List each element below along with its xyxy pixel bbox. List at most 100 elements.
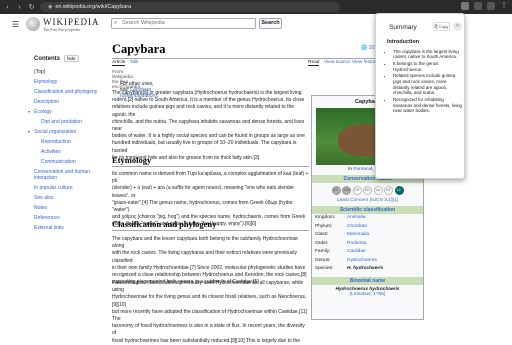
back-icon[interactable]: ‹ [3, 3, 12, 12]
lock-icon: ◉ [48, 4, 53, 10]
toc-item-label: See also [34, 195, 54, 201]
toc-item-label: Diet and predation [41, 119, 82, 125]
taxon-rank: Kingdom: [315, 215, 336, 220]
toc-item[interactable]: ▾ Ecology [28, 109, 104, 115]
text-line: The capybara[a] or greater capybara (Hyd… [112, 90, 302, 96]
text-line: recognized a close relationship between … [112, 272, 307, 279]
tagline: The Free Encyclopedia [43, 27, 81, 32]
toc-item[interactable]: Notes [34, 205, 104, 211]
sidepanel-icon[interactable] [474, 2, 482, 10]
tab-view-source[interactable]: View source [324, 60, 350, 65]
toc-item[interactable]: Description [34, 99, 104, 105]
summary-body: Introduction The capybara is the largest… [387, 39, 464, 115]
binomial-name-link[interactable]: Binomial name [350, 278, 386, 284]
profile-icon[interactable] [487, 2, 495, 10]
text-line: taxonomy of fossil hydrochoerines is als… [112, 323, 305, 337]
toc-hide-button[interactable]: hide [64, 55, 79, 62]
taxon-link[interactable]: Mammalia [347, 232, 369, 239]
toc-item-label: Description [34, 99, 60, 105]
toc-item[interactable]: Communication [34, 159, 104, 165]
text-line: with the rock cavies. The living capybar… [112, 250, 297, 264]
url-text: en.wikipedia.org/wiki/Capybara [55, 4, 132, 10]
toc-item-label: References [34, 215, 60, 221]
table-row: Kingdom: Animalia [312, 214, 423, 223]
text-line: bodies of water. It is a highly social s… [112, 133, 305, 140]
toc-item[interactable]: ▾ Social organization [28, 129, 104, 135]
conservation-code: NT [384, 186, 393, 195]
tab-talk[interactable]: Talk [130, 60, 139, 65]
toc-item-label: Notes [34, 205, 48, 211]
toc-item[interactable]: Etymology [34, 79, 104, 85]
toc-item-label: Communication [41, 159, 76, 165]
pantanal-link[interactable]: Pantanal [353, 167, 372, 172]
text-line: in their own family Hydrochoeridae.[7] S… [112, 264, 306, 271]
menu-icon[interactable]: ⋮ [500, 2, 508, 10]
toc-item[interactable]: References [34, 215, 104, 221]
text-line: hundred individuals, but usually live in… [112, 140, 297, 154]
hamburger-menu-icon[interactable]: ☰ [12, 20, 19, 29]
table-row: Class: Mammalia [312, 231, 423, 240]
taxon-link[interactable]: Rodentia [347, 241, 366, 248]
conservation-code: VU [373, 186, 383, 195]
toc-item[interactable]: (Top) [34, 69, 104, 75]
taxon-link[interactable]: Caviidae [347, 249, 366, 256]
chevron-down-icon[interactable]: ▾ [28, 109, 30, 115]
classification-paragraph: The capybara and the lesser capybara bot… [112, 236, 309, 286]
binomial-authority[interactable]: (Linnaeus, 1766) [312, 292, 423, 297]
address-bar[interactable]: ◉ en.wikipedia.org/wiki/Capybara [40, 2, 340, 12]
text-line: Hydrochoerinae for the living genus and … [112, 294, 307, 308]
taxon-rank: Species: [315, 266, 334, 271]
toc-item[interactable]: Classification and phylogeny [34, 89, 104, 95]
taxon-link[interactable]: Chordata [347, 224, 367, 231]
table-of-contents: Contents hide (Top) Etymology Classificati… [28, 55, 104, 235]
heading-etymology: Etymology [112, 155, 309, 167]
reload-icon[interactable]: ↻ [27, 3, 36, 12]
toc-item[interactable]: Activities [34, 149, 104, 155]
text-line: The capybara and the lesser capybara bot… [112, 236, 298, 250]
toc-item[interactable]: External links [34, 225, 104, 231]
taxon-link: H. hydrochaeris [347, 266, 384, 271]
toc-item[interactable]: Diet and predation [34, 119, 104, 125]
intro-paragraph: The capybara[a] or greater capybara (Hyd… [112, 90, 309, 162]
summary-panel: Summary ⎘ Copy × Introduction The capyba… [375, 13, 465, 179]
toc-item[interactable]: Conservation and human interaction [34, 169, 104, 181]
scientific-classification-heading: Scientific classification [312, 206, 423, 214]
search-placeholder: Search Wikipedia [122, 20, 165, 26]
page-title: Capybara [112, 42, 166, 56]
extension-icon[interactable] [461, 2, 469, 10]
taxon-link[interactable]: Hydrochoerus [347, 258, 377, 265]
classification-paragraph-2: Paleontological classifications previous… [112, 280, 309, 345]
conservation-code: CR [352, 186, 362, 195]
wikipedia-globe-logo[interactable] [26, 17, 40, 31]
least-concern-link[interactable]: Least Concern (IUCN 3.1)[1] [337, 198, 398, 203]
conservation-code: EN [363, 186, 372, 195]
browser-actions: ⋮ [461, 2, 508, 10]
toc-item-label: (Top) [34, 69, 46, 75]
chevron-down-icon[interactable]: ▾ [28, 129, 30, 135]
close-icon[interactable]: × [453, 22, 462, 31]
toc-item-label: External links [34, 225, 64, 231]
toc-item-label: Conservation and human interaction [34, 169, 90, 181]
toc-item[interactable]: Reproduction [34, 139, 104, 145]
scientific-classification-link[interactable]: Scientific classification [340, 207, 395, 213]
toc-item-label: Etymology [34, 79, 58, 85]
forward-icon[interactable]: › [15, 3, 24, 12]
tab-read[interactable]: Read [308, 60, 320, 66]
taxon-link[interactable]: Animalia [347, 215, 365, 222]
conservation-code: EW [342, 186, 351, 195]
toc-item[interactable]: In popular culture [34, 185, 104, 191]
tab-article[interactable]: Article [112, 60, 126, 66]
text-line: chinchilla, and the nutria. The capybara… [112, 118, 305, 133]
search-input[interactable]: ⌕ Search Wikipedia [111, 18, 256, 29]
search-button[interactable]: Search [259, 18, 282, 29]
toc-item[interactable]: See also [34, 195, 104, 201]
taxon-rank: Phylum: [315, 223, 333, 229]
tab-view-history[interactable]: View history [352, 60, 378, 65]
conservation-code: EX [331, 186, 341, 195]
copy-button[interactable]: ⎘ Copy [433, 22, 450, 31]
list-item: The capybara is the largest living roden… [393, 49, 464, 60]
text-line: fossil hydrochoerines has been substanti… [112, 337, 301, 344]
table-row: Genus: Hydrochoerus [312, 257, 423, 266]
wordmark[interactable]: WIKIPEDIA [43, 17, 100, 27]
toc-item-label: In popular culture [34, 185, 73, 191]
